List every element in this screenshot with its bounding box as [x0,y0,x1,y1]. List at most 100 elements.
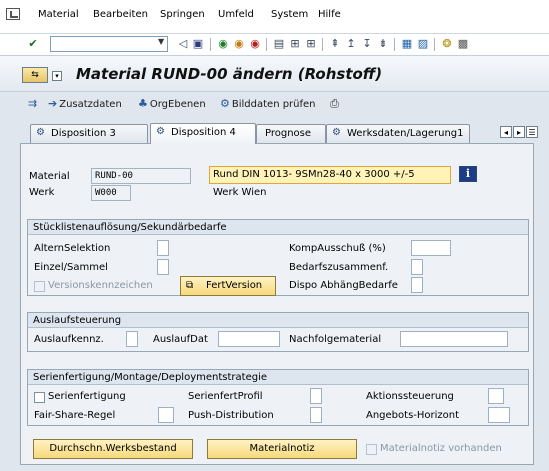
tab-label: Werksdaten/Lagerung1 [347,128,464,139]
bedarfszusammenf-field[interactable] [411,259,423,275]
tab-label: Disposition 4 [171,127,236,138]
altern-selektion-field[interactable] [157,240,169,256]
materialnotiz-vorhanden-checkbox[interactable] [366,444,377,455]
auslaufkennz-field[interactable] [126,331,138,347]
werk-label: Werk [29,187,55,198]
menu-exit-icon[interactable] [6,8,20,20]
enter-icon[interactable]: ✔ [26,37,40,51]
find-icon[interactable]: ⊞ [288,37,302,51]
new-session-icon[interactable]: ▦ [400,37,414,51]
last-page-icon[interactable]: ⇟ [376,37,390,51]
serienfertprofil-field[interactable] [310,388,322,404]
dispo-abhaeng-bedarfe-label: Dispo AbhängBedarfe [289,280,398,291]
application-toolbar: ⇉ ➔ Zusatzdaten ♣ OrgEbenen ⚙ Bilddaten prü… [0,92,549,116]
menu-umfeld[interactable]: Umfeld [218,9,254,20]
material-label: Material [29,171,70,182]
printer-icon: ⎙ [330,97,339,110]
shortcut-icon[interactable]: ▨ [416,37,430,51]
angebots-horizont-field[interactable] [488,407,510,423]
group-serienfertigung: Serienfertigung/Montage/Deploymentstrate… [27,369,529,426]
tab-disposition-3[interactable]: ⚙ Disposition 3 [30,124,148,143]
bilddaten-label: Bilddaten prüfen [231,99,316,110]
nachfolgematerial-field[interactable] [400,331,508,347]
fertversion-label: FertVersion [205,280,263,291]
title-menu-icon[interactable]: ▾ [52,71,62,81]
nachfolgematerial-label: Nachfolgematerial [289,334,382,345]
tab-scroll-right-icon[interactable]: ▸ [513,126,525,138]
material-field[interactable]: RUND-00 [91,168,191,184]
command-dropdown-icon[interactable]: ▼ [158,37,164,46]
tab-list-icon[interactable]: ☰ [526,126,538,138]
bilddaten-pruefen-button[interactable]: ⚙ Bilddaten prüfen [220,97,316,110]
menu-springen[interactable]: Springen [160,9,205,20]
material-description-field[interactable]: Rund DIN 1013- 9SMn28-40 x 3000 +/-5 [209,166,451,184]
menu-system[interactable]: System [271,9,308,20]
org-levels-icon: ♣ [138,97,148,110]
dispo-abhaeng-bedarfe-field[interactable] [411,277,423,293]
zusatzdaten-button[interactable]: ➔ Zusatzdaten [48,97,122,110]
cancel-icon[interactable]: ◉ [248,37,262,51]
previous-page-icon[interactable]: ↥ [344,37,358,51]
fertversion-button[interactable]: ⧉ FertVersion [180,276,276,296]
tab-strip: ⚙ Disposition 3 ⚙ Disposition 4 Prognose ⚙… [20,123,548,144]
aktionssteuerung-label: Aktionssteuerung [366,391,454,402]
next-page-icon[interactable]: ↧ [360,37,374,51]
title-bar: ⇆ ▾ Material RUND-00 ändern (Rohstoff) [0,56,549,92]
werk-field[interactable]: W000 [91,185,131,201]
disposition-tab-icon: ⚙ [36,127,45,138]
other-view-button[interactable]: ⇉ [28,97,39,110]
group-auslaufsteuerung: Auslaufsteuerung Auslaufkennz. AuslaufDa… [27,312,529,352]
werksdaten-tab-icon: ⚙ [332,127,341,138]
tab-disposition-4[interactable]: ⚙ Disposition 4 [150,123,256,144]
toolbar-separator [210,38,211,51]
disposition-tab-icon: ⚙ [156,126,165,137]
einzel-sammel-field[interactable] [157,259,169,275]
group-title: Serienfertigung/Montage/Deploymentstrate… [28,370,528,385]
find-next-icon[interactable]: ⊞ [304,37,318,51]
auslaufkennz-label: Auslaufkennz. [34,334,104,345]
tab-werksdaten-lagerung1[interactable]: ⚙ Werksdaten/Lagerung1 [326,124,470,143]
fair-share-regel-field[interactable] [158,407,174,423]
menu-bearbeiten[interactable]: Bearbeiten [93,9,148,20]
orgebenen-label: OrgEbenen [149,99,206,110]
help-icon[interactable]: ❂ [440,37,454,51]
group-title: Auslaufsteuerung [28,313,528,328]
angebots-horizont-label: Angebots-Horizont [366,410,460,421]
fair-share-regel-label: Fair-Share-Regel [34,410,116,421]
materialnotiz-button[interactable]: Materialnotiz [207,439,357,459]
versionskennzeichen-checkbox[interactable] [34,281,45,292]
tab-prognose[interactable]: Prognose [256,124,326,143]
orgebenen-button[interactable]: ♣ OrgEbenen [138,97,206,110]
toolbar-separator [434,38,435,51]
tab-label: Disposition 3 [51,128,116,139]
command-field[interactable] [50,36,168,52]
auslaufdat-field[interactable] [218,331,280,347]
arrow-right-icon: ➔ [48,97,58,110]
first-page-icon[interactable]: ⇞ [328,37,342,51]
menu-hilfe[interactable]: Hilfe [318,9,341,20]
page-title: Material RUND-00 ändern (Rohstoff) [76,65,383,83]
save-icon[interactable]: ▣ [191,37,205,51]
back-icon[interactable]: ◉ [216,37,230,51]
menu-bar: Material Bearbeiten Springen Umfeld Syst… [0,0,549,34]
exit-icon[interactable]: ◉ [232,37,246,51]
durchschn-werksbestand-button[interactable]: Durchschn.Werksbestand [33,439,193,459]
print-icon[interactable]: ▤ [272,37,286,51]
tab-content-panel: Material RUND-00 Rund DIN 1013- 9SMn28-4… [20,143,534,465]
tab-label: Prognose [265,128,312,139]
werk-description: Werk Wien [213,187,267,198]
display-change-toggle-icon[interactable]: ⇆ [22,67,48,83]
layout-menu-icon[interactable]: ▩ [456,37,470,51]
menu-material[interactable]: Material [38,9,79,20]
print-button[interactable]: ⎙ [330,97,341,111]
push-distribution-field[interactable] [310,407,322,423]
info-icon[interactable]: i [459,166,477,182]
kompausschuss-field[interactable] [411,240,451,256]
toolbar-separator [322,38,323,51]
left-arrow-icon[interactable]: ◁ [176,37,190,51]
tab-scroll-left-icon[interactable]: ◂ [500,126,512,138]
toolbar-separator [394,38,395,51]
altern-selektion-label: AlternSelektion [34,243,111,254]
serienfertigung-checkbox[interactable] [34,392,45,403]
aktionssteuerung-field[interactable] [488,388,504,404]
